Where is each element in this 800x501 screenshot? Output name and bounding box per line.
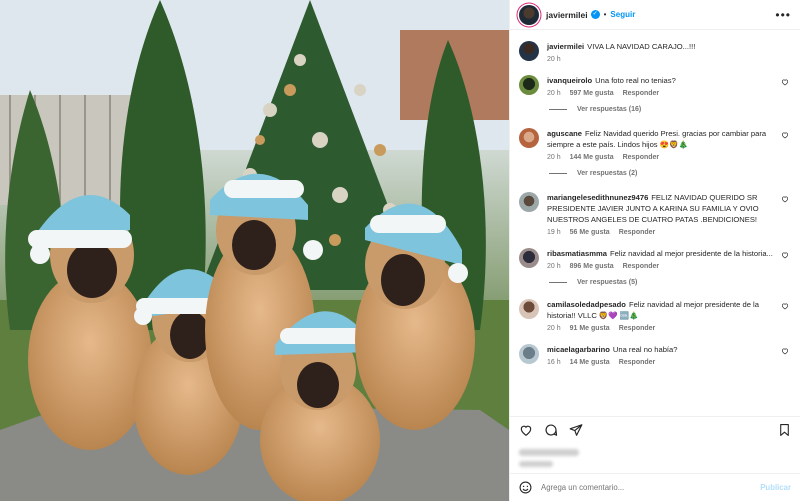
comment-input[interactable] (541, 483, 761, 492)
comment-time: 16 h (547, 359, 561, 366)
commenter-avatar[interactable] (519, 299, 539, 319)
comment-username[interactable]: micaelagarbarino (547, 345, 610, 354)
caption-username[interactable]: javiermilei (547, 42, 584, 51)
author-avatar[interactable] (519, 4, 539, 25)
heart-icon[interactable] (781, 302, 789, 310)
emoji-icon[interactable] (519, 481, 532, 494)
post-image[interactable] (0, 0, 509, 501)
heart-icon[interactable] (519, 423, 533, 437)
action-bar (510, 416, 800, 442)
commenter-avatar[interactable] (519, 192, 539, 212)
comment-likes[interactable]: 144 Me gusta (570, 154, 614, 161)
comment-item: camilasoledadpesado Feliz navidad al mejo… (519, 299, 791, 332)
comment-username[interactable]: camilasoledadpesado (547, 300, 626, 309)
commenter-avatar[interactable] (519, 75, 539, 95)
comment-likes[interactable]: 597 Me gusta (570, 90, 614, 97)
reply-button[interactable]: Responder (619, 325, 656, 332)
comment-username[interactable]: ivanqueirolo (547, 76, 592, 85)
blurred-date-bar (519, 461, 553, 467)
replies-line (549, 109, 567, 110)
comment-time: 20 h (547, 263, 561, 270)
comment-item: aguscane Feliz Navidad querido Presi. gra… (519, 128, 791, 161)
comment-text: Feliz navidad al mejor presidente de la … (609, 249, 773, 258)
heart-icon[interactable] (781, 78, 789, 86)
comment-time: 20 h (547, 154, 561, 161)
follow-button[interactable]: Seguir (610, 10, 635, 19)
post-image-illustration (0, 0, 509, 501)
post-header: javiermilei ✓ • Seguir ••• (510, 0, 800, 30)
reply-button[interactable]: Responder (619, 359, 656, 366)
heart-icon[interactable] (781, 131, 789, 139)
comment-item: ribasmatiasmma Feliz navidad al mejor pre… (519, 248, 791, 270)
comment-likes[interactable]: 56 Me gusta (570, 229, 610, 236)
comment-text: Una real no había? (612, 345, 678, 354)
view-replies-button[interactable]: Ver respuestas (5) (549, 279, 791, 286)
view-replies-label: Ver respuestas (16) (577, 106, 642, 113)
view-replies-button[interactable]: Ver respuestas (16) (549, 106, 791, 113)
caption-time: 20 h (547, 56, 561, 63)
comment-likes[interactable]: 896 Me gusta (570, 263, 614, 270)
comment-icon[interactable] (544, 423, 558, 437)
replies-line (549, 173, 567, 174)
comment-time: 20 h (547, 325, 561, 332)
comment-item: ivanqueirolo Una foto real no tenias? 20 … (519, 75, 791, 97)
instagram-post-window: javiermilei ✓ • Seguir ••• javiermilei VI… (0, 0, 800, 501)
view-replies-button[interactable]: Ver respuestas (2) (549, 170, 791, 177)
more-icon[interactable]: ••• (775, 8, 791, 22)
comment-time: 20 h (547, 90, 561, 97)
author-username[interactable]: javiermilei (546, 10, 588, 20)
comment-username[interactable]: mariangelesedithnunez9476 (547, 193, 648, 202)
comment-text: Una foto real no tenias? (595, 76, 676, 85)
heart-icon[interactable] (781, 347, 789, 355)
comment-item: micaelagarbarino Una real no había? 16 h 1… (519, 344, 791, 366)
comment-likes[interactable]: 14 Me gusta (570, 359, 610, 366)
caption: javiermilei VIVA LA NAVIDAD CARAJO...!!! … (519, 41, 791, 63)
reply-button[interactable]: Responder (623, 263, 660, 270)
caption-text: VIVA LA NAVIDAD CARAJO...!!! (587, 42, 696, 51)
heart-icon[interactable] (781, 251, 789, 259)
replies-line (549, 282, 567, 283)
comment-item: mariangelesedithnunez9476 FELIZ NAVIDAD Q… (519, 192, 791, 236)
publish-button[interactable]: Publicar (760, 483, 791, 492)
share-icon[interactable] (569, 423, 583, 437)
heart-icon[interactable] (781, 195, 789, 203)
reply-button[interactable]: Responder (623, 154, 660, 161)
view-replies-label: Ver respuestas (5) (577, 279, 638, 286)
caption-avatar[interactable] (519, 41, 539, 61)
comment-time: 19 h (547, 229, 561, 236)
separator-dot: • (603, 10, 607, 19)
commenter-avatar[interactable] (519, 344, 539, 364)
blurred-like-count (519, 449, 579, 472)
blurred-likes-bar (519, 449, 579, 456)
commenter-avatar[interactable] (519, 128, 539, 148)
commenter-avatar[interactable] (519, 248, 539, 268)
add-comment-bar: Publicar (510, 473, 800, 501)
reply-button[interactable]: Responder (619, 229, 656, 236)
post-side-panel: javiermilei ✓ • Seguir ••• javiermilei VI… (509, 0, 800, 501)
view-replies-label: Ver respuestas (2) (577, 170, 638, 177)
comments-list[interactable]: javiermilei VIVA LA NAVIDAD CARAJO...!!! … (510, 31, 800, 411)
verified-icon: ✓ (590, 10, 600, 19)
reply-button[interactable]: Responder (623, 90, 660, 97)
bookmark-icon[interactable] (778, 423, 791, 437)
comment-username[interactable]: ribasmatiasmma (547, 249, 607, 258)
comment-username[interactable]: aguscane (547, 129, 582, 138)
comment-likes[interactable]: 91 Me gusta (570, 325, 610, 332)
